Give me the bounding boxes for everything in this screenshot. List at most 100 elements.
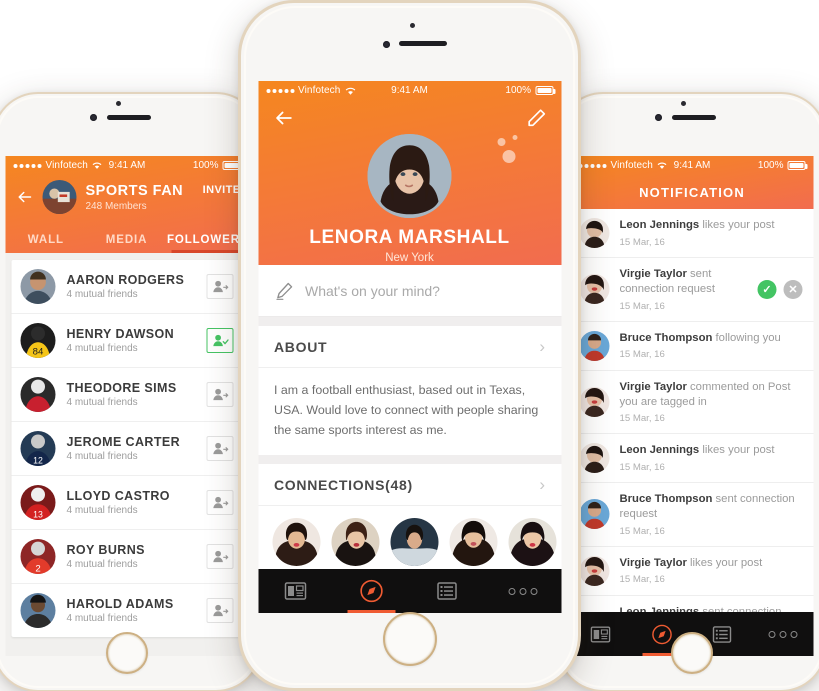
notification-item[interactable]: Leon Jennings likes your post 15 Mar, 16 xyxy=(570,434,814,483)
tab-list[interactable] xyxy=(410,569,486,613)
compose-placeholder: What's on your mind? xyxy=(305,282,440,299)
list-item[interactable]: 84 HENRY DAWSON 4 mutual friends xyxy=(11,314,243,368)
clock-label: 9:41 AM xyxy=(108,160,146,171)
list-item[interactable]: THEODORE SIMS 4 mutual friends xyxy=(11,368,243,422)
notification-item[interactable]: Virgie Taylor sent connection request 15… xyxy=(570,258,814,322)
tab-followers[interactable]: FOLLOWERS xyxy=(167,234,249,253)
avatar[interactable] xyxy=(367,134,452,218)
notification-header: Vinfotech 9:41 AM 100% NOTIFICATION xyxy=(570,156,814,209)
follower-name: HAROLD ADAMS xyxy=(66,597,174,611)
avatar xyxy=(579,274,610,305)
notification-item[interactable]: Leon Jennings likes your post 15 Mar, 16 xyxy=(570,209,814,258)
add-person-icon[interactable] xyxy=(206,490,234,515)
notification-item[interactable]: Virgie Taylor likes your post 15 Mar, 16 xyxy=(570,547,814,596)
request-actions: ✓ ✕ xyxy=(757,279,803,299)
signal-strength-icon xyxy=(13,163,42,168)
follower-name: THEODORE SIMS xyxy=(66,381,177,395)
notification-item[interactable]: Bruce Thompson following you 15 Mar, 16 xyxy=(570,322,814,371)
notification-body: Bruce Thompson following you 15 Mar, 16 xyxy=(620,331,803,360)
avatar xyxy=(20,377,56,412)
notification-item[interactable]: Bruce Thompson sent connection request 1… xyxy=(570,483,814,547)
profile-hero: Vinfotech 9:41 AM 100% LENORA MARSHALL N… xyxy=(258,81,561,265)
connections-section-header[interactable]: CONNECTIONS(48) › xyxy=(258,464,561,507)
notification-list: Leon Jennings likes your post 15 Mar, 16… xyxy=(570,209,814,656)
phone-right: Vinfotech 9:41 AM 100% NOTIFICATION Leon… xyxy=(557,92,819,691)
notification-item[interactable]: Virgie Taylor commented on Post you are … xyxy=(570,371,814,434)
actor-name: Bruce Thompson xyxy=(619,331,713,344)
phone-left: Vinfotech 9:41 AM 100% SPORTS FAN 248 Me… xyxy=(0,92,262,691)
add-person-icon[interactable] xyxy=(206,544,234,569)
more-icon xyxy=(768,630,798,638)
followers-list: AARON RODGERS 4 mutual friends 84 HENRY … xyxy=(5,253,249,656)
arrow-left-icon[interactable] xyxy=(272,107,294,129)
close-circle-icon[interactable]: ✕ xyxy=(783,279,803,299)
compass-icon xyxy=(651,624,672,644)
check-circle-icon[interactable]: ✓ xyxy=(757,279,777,299)
add-person-icon[interactable] xyxy=(206,598,234,623)
section-divider xyxy=(258,317,561,326)
tab-media[interactable]: MEDIA xyxy=(86,234,167,253)
tab-wall[interactable]: WALL xyxy=(6,234,87,253)
news-feed-icon xyxy=(591,626,611,642)
tab-explore[interactable] xyxy=(334,569,410,613)
tab-feed[interactable] xyxy=(258,569,334,613)
notification-body: Virgie Taylor commented on Post you are … xyxy=(620,380,803,425)
status-right-group: 100% xyxy=(505,85,555,96)
screen-right: Vinfotech 9:41 AM 100% NOTIFICATION Leon… xyxy=(570,156,814,656)
notification-date: 15 Mar, 16 xyxy=(619,413,665,424)
signal-strength-icon xyxy=(578,163,607,168)
notification-date: 15 Mar, 16 xyxy=(619,300,665,312)
battery-percent-label: 100% xyxy=(192,160,219,171)
status-bar-right: Vinfotech 9:41 AM 100% xyxy=(571,156,814,175)
proximity-sensor-icon xyxy=(681,101,686,106)
chevron-right-icon: › xyxy=(539,336,545,356)
svg-text:2: 2 xyxy=(35,563,40,574)
list-item[interactable]: 12 JEROME CARTER 4 mutual friends xyxy=(11,422,243,476)
add-person-icon[interactable] xyxy=(206,382,234,407)
battery-percent-label: 100% xyxy=(757,160,784,171)
followers-card: AARON RODGERS 4 mutual friends 84 HENRY … xyxy=(11,260,243,637)
screen-left: Vinfotech 9:41 AM 100% SPORTS FAN 248 Me… xyxy=(5,156,249,656)
item-info: THEODORE SIMS 4 mutual friends xyxy=(67,381,196,408)
home-button-right[interactable] xyxy=(671,632,713,674)
item-info: HAROLD ADAMS 4 mutual friends xyxy=(67,597,196,624)
battery-percent-label: 100% xyxy=(505,85,531,96)
notification-text: Leon Jennings likes your post xyxy=(620,443,803,458)
actor-name: Virgie Taylor xyxy=(619,268,687,280)
home-button-left[interactable] xyxy=(106,632,148,674)
person-added-icon[interactable] xyxy=(206,328,234,353)
list-item[interactable]: AARON RODGERS 4 mutual friends xyxy=(11,260,243,314)
add-person-icon[interactable] xyxy=(206,436,234,461)
list-item[interactable]: 13 LLOYD CASTRO 4 mutual friends xyxy=(11,476,243,530)
list-item[interactable]: HAROLD ADAMS 4 mutual friends xyxy=(12,584,243,637)
arrow-left-icon[interactable] xyxy=(16,188,34,206)
follower-name: HENRY DAWSON xyxy=(66,327,175,341)
avatar xyxy=(579,218,610,248)
action-text: likes your post xyxy=(686,556,763,569)
compose-post-field[interactable]: What's on your mind? xyxy=(258,265,561,317)
status-bar-left: Vinfotech 9:41 AM 100% xyxy=(6,156,249,175)
list-item[interactable]: 2 ROY BURNS 4 mutual friends xyxy=(11,530,243,584)
follower-name: AARON RODGERS xyxy=(66,273,185,287)
svg-text:12: 12 xyxy=(33,455,43,465)
profile-location: New York xyxy=(385,252,434,264)
about-section-header[interactable]: ABOUT › xyxy=(258,326,561,368)
add-person-icon[interactable] xyxy=(206,274,234,299)
actor-name: Leon Jennings xyxy=(619,219,700,232)
avatar xyxy=(508,518,556,567)
item-info: ROY BURNS 4 mutual friends xyxy=(67,543,196,570)
section-divider xyxy=(258,455,561,465)
group-meta: SPORTS FAN 248 Members xyxy=(86,183,184,212)
avatar xyxy=(331,518,379,567)
avatar xyxy=(579,443,610,473)
home-button-center[interactable] xyxy=(382,612,437,666)
pencil-icon[interactable] xyxy=(525,107,547,129)
invite-button[interactable]: INVITE xyxy=(203,184,241,196)
actor-name: Virgie Taylor xyxy=(619,380,687,393)
tab-more[interactable] xyxy=(485,569,561,613)
tab-more[interactable] xyxy=(753,612,814,656)
carrier-label: Vinfotech xyxy=(298,85,341,96)
proximity-sensor-icon xyxy=(116,101,121,106)
connections-title: CONNECTIONS(48) xyxy=(274,476,413,493)
notification-body: Virgie Taylor likes your post 15 Mar, 16 xyxy=(620,556,803,585)
